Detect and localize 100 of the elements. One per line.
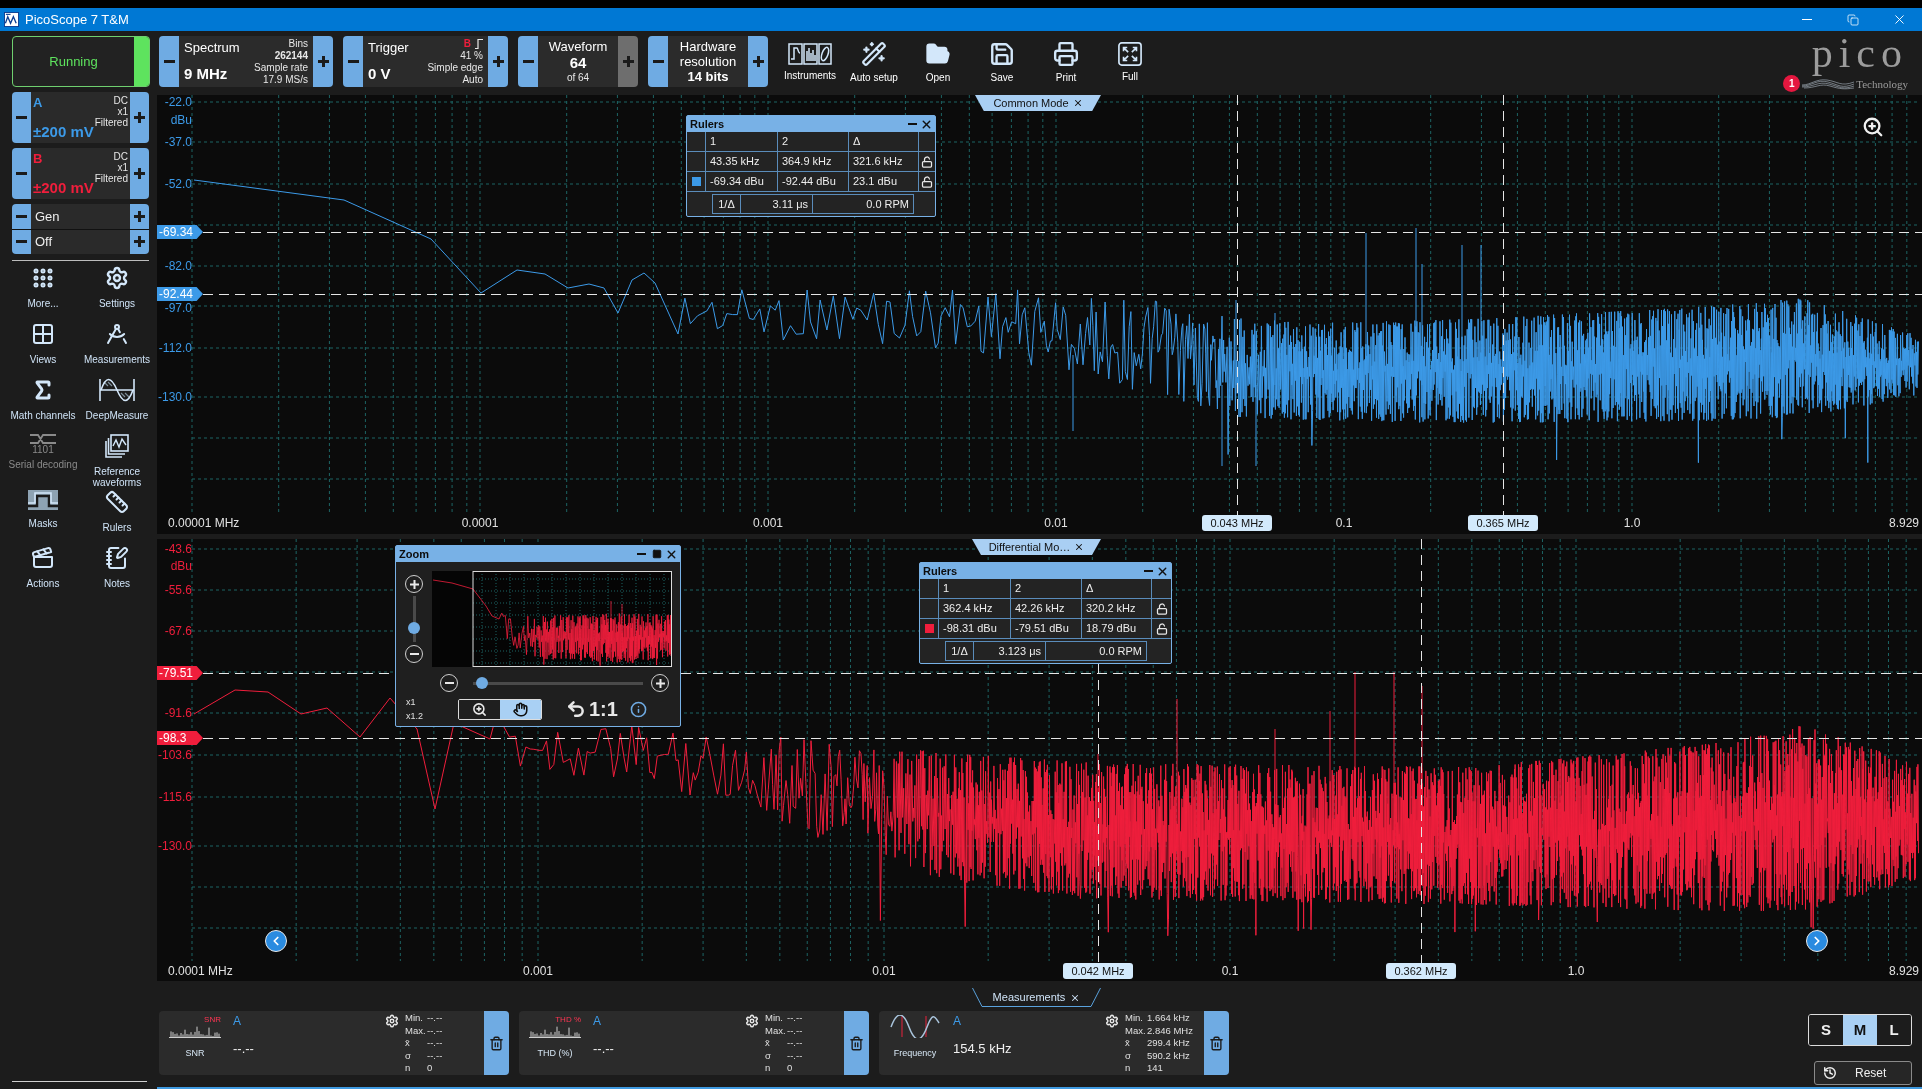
trash-icon: [489, 1035, 504, 1051]
ruler-handle[interactable]: 0.043 MHz: [1202, 515, 1272, 531]
generator-field[interactable]: Gen: [31, 204, 130, 229]
measurements-tab[interactable]: Measurements: [972, 988, 1101, 1007]
axis-unit: dBu: [169, 113, 192, 127]
decrease-button[interactable]: [648, 36, 668, 87]
zoom-icon[interactable]: [1862, 116, 1884, 138]
open-padlock-icon[interactable]: [921, 175, 933, 188]
sidebar-tool-button[interactable]: Settings: [80, 266, 154, 322]
sidebar-tool-button[interactable]: Rulers: [80, 490, 154, 546]
open-padlock-icon[interactable]: [921, 155, 933, 168]
measurement-card[interactable]: SNR SNR A --.-- Min. --.-- Max.--.-- x̄ --.-- σ --.-- n 0: [159, 1011, 509, 1075]
spectrum-panel[interactable]: Spectrum 9 MHz Bins 262144 Sample rate 17.9 MS/s: [179, 36, 313, 87]
view-tab[interactable]: Differential Mo…: [972, 539, 1101, 555]
table-cell: -69.34 dBu: [706, 172, 778, 192]
waveform-panel[interactable]: Waveform 64 of 64: [538, 36, 618, 87]
size-toggle-button[interactable]: M: [1843, 1015, 1877, 1045]
ruler-handle[interactable]: 0.362 MHz: [1386, 963, 1456, 979]
table-cell: 320.2 kHz: [1082, 599, 1152, 619]
run-button[interactable]: Running: [12, 36, 150, 87]
sidebar-tool-button[interactable]: Actions: [6, 546, 80, 602]
window-title: Rulers: [690, 117, 725, 131]
delete-button[interactable]: [484, 1011, 509, 1075]
measurement-card[interactable]: Frequency A 154.5 kHz Min. 1.664 kHz Max.2.846 MHz x̄ 299.4 kHz σ 590.2 kHz n 141: [879, 1011, 1229, 1075]
toolbar-button[interactable]: Open: [906, 36, 970, 87]
increase-button[interactable]: [488, 36, 508, 87]
increase-button[interactable]: [130, 92, 149, 143]
stat-label: Min.: [765, 1012, 784, 1025]
window-titlebar[interactable]: Rulers: [687, 116, 935, 132]
close-icon[interactable]: [1074, 542, 1085, 552]
axis-label: -91.6: [163, 706, 192, 720]
sidebar-tool-button[interactable]: Views: [6, 322, 80, 378]
increase-button[interactable]: [130, 148, 149, 199]
sidebar-tool-button[interactable]: Masks: [6, 490, 80, 546]
notification-badge[interactable]: 1: [1783, 75, 1801, 92]
sidebar-tool-button[interactable]: Notes: [80, 546, 154, 602]
scroll-left-button[interactable]: [265, 930, 287, 952]
reset-button[interactable]: Reset: [1814, 1061, 1912, 1085]
decrease-button[interactable]: [343, 36, 363, 87]
scroll-right-button[interactable]: [1806, 930, 1828, 952]
increase-button[interactable]: [130, 229, 149, 254]
settings-icon[interactable]: [745, 1014, 759, 1028]
sidebar-tool-button[interactable]: DeepMeasure: [80, 378, 154, 434]
generator-field[interactable]: Off: [31, 229, 130, 254]
info-icon[interactable]: [629, 700, 647, 718]
delete-button[interactable]: [844, 1011, 869, 1075]
settings-icon[interactable]: [385, 1014, 399, 1028]
reset-zoom-button[interactable]: 1:1: [566, 698, 618, 720]
window-title: Rulers: [923, 564, 958, 578]
channel-panel[interactable]: A ±200 mV DC x1 Filtered: [31, 92, 130, 143]
column-header: Δ: [849, 132, 919, 152]
settings-icon[interactable]: [1105, 1014, 1119, 1028]
view-tab[interactable]: Common Mode: [975, 95, 1101, 111]
slider-thumb[interactable]: [476, 677, 489, 689]
stacked-waveform-icon: [105, 434, 129, 458]
ruler-handle[interactable]: -98.3: [157, 731, 203, 745]
channel-panel[interactable]: B ±200 mV DC x1 Filtered: [31, 148, 130, 199]
trigger-panel[interactable]: Trigger 0 V B 41 % Simple edge Auto: [363, 36, 488, 87]
measurement-card[interactable]: THD % THD (%) A --.-- Min. --.-- Max.--.-- x̄ --.-- σ --.-- n 0: [519, 1011, 869, 1075]
decrease-button[interactable]: [518, 36, 538, 87]
ruler-handle[interactable]: 0.042 MHz: [1063, 963, 1133, 979]
open-padlock-icon[interactable]: [1155, 622, 1168, 635]
window-titlebar[interactable]: Rulers: [920, 563, 1171, 579]
table-cell: 321.6 kHz: [849, 152, 919, 172]
ruler-handle[interactable]: 0.365 MHz: [1468, 515, 1538, 531]
slider-thumb[interactable]: [408, 621, 420, 634]
sidebar-tool-button[interactable]: Measurements: [80, 322, 154, 378]
close-icon[interactable]: [1072, 98, 1083, 108]
sidebar-tool-button[interactable]: More...: [6, 266, 80, 322]
toolbar-button[interactable]: Auto setup: [842, 36, 906, 87]
ruler-handle[interactable]: -79.51: [157, 666, 203, 680]
close-icon[interactable]: [1070, 992, 1081, 1003]
stat-label: x̄: [405, 1037, 411, 1050]
toolbar-button[interactable]: Instruments: [778, 36, 842, 87]
increase-button[interactable]: [748, 36, 768, 87]
decrease-button[interactable]: [12, 229, 31, 254]
toolbar-button[interactable]: Save: [970, 36, 1034, 87]
decrease-button[interactable]: [159, 36, 179, 87]
sidebar-tool-button[interactable]: Math channels: [6, 378, 80, 434]
decrease-button[interactable]: [12, 148, 31, 199]
sample-rate-value: 17.9 MS/s: [262, 73, 308, 86]
table-cell: -92.44 dBu: [778, 172, 849, 192]
decrease-button[interactable]: [12, 92, 31, 143]
logo-swoosh-icon: [1802, 77, 1855, 90]
resolution-panel[interactable]: Hardware resolution 14 bits: [668, 36, 748, 87]
toolbar-button[interactable]: Full: [1098, 36, 1162, 87]
decrease-button[interactable]: [12, 204, 31, 229]
channel-name: A: [593, 1014, 602, 1028]
pan-mode-button[interactable]: [500, 699, 541, 719]
table-cell: 0.0 RPM: [813, 194, 914, 214]
delete-button[interactable]: [1204, 1011, 1229, 1075]
stat-label: σ: [1125, 1049, 1132, 1063]
stat-label: Min.: [405, 1012, 424, 1025]
increase-button[interactable]: [313, 36, 333, 87]
increase-button[interactable]: [130, 204, 149, 229]
maximize-button[interactable]: [650, 547, 663, 561]
open-padlock-icon[interactable]: [1155, 602, 1168, 615]
sidebar-tool-button[interactable]: Reference waveforms: [80, 434, 154, 490]
toolbar-button[interactable]: Print: [1034, 36, 1098, 87]
window-titlebar[interactable]: Zoom: [396, 546, 680, 562]
